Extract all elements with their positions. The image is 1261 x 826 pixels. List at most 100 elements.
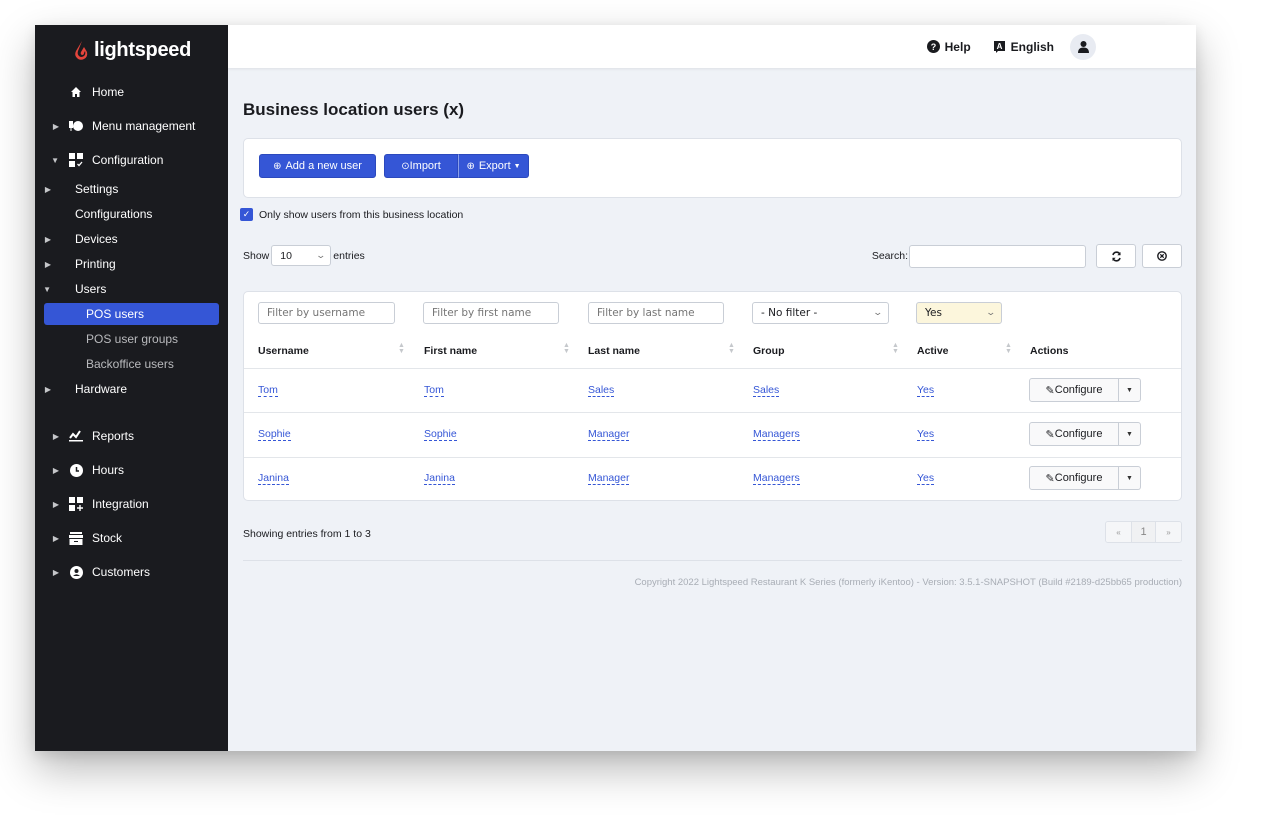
caret-right-icon: ▶: [44, 384, 51, 394]
caret-down-icon: ▼: [51, 155, 59, 165]
pagination-prev[interactable]: «: [1106, 522, 1131, 542]
menu-management-icon: [69, 119, 83, 133]
sort-icon[interactable]: ▲ ▼: [892, 342, 899, 355]
svg-text:A: A: [996, 42, 1002, 51]
sidebar-item-menu-management[interactable]: ▶ Menu management: [35, 115, 228, 137]
sidebar-item-devices[interactable]: ▶ Devices: [35, 228, 228, 250]
active-filter-select[interactable]: Yes ⌄: [916, 302, 1002, 324]
last-name-link[interactable]: Manager: [588, 472, 630, 485]
pagination-next[interactable]: »: [1156, 522, 1181, 542]
search-control: Search:: [872, 244, 1182, 268]
caret-right-icon: ▶: [52, 121, 59, 131]
language-icon: A: [993, 41, 1005, 53]
home-icon: [69, 85, 83, 99]
users-table: - No filter - ⌄ Yes ⌄ Username ▲▼ First …: [243, 291, 1182, 501]
column-header-last-name[interactable]: Last name: [588, 345, 640, 357]
footer-divider: [243, 560, 1182, 561]
caret-down-icon: ▼: [513, 162, 521, 170]
configure-dropdown-toggle[interactable]: ▼: [1119, 466, 1141, 490]
language-selector[interactable]: A English: [993, 40, 1054, 54]
first-name-link[interactable]: Sophie: [424, 428, 457, 441]
group-link[interactable]: Managers: [753, 428, 800, 441]
sidebar-item-users[interactable]: ▼ Users: [35, 278, 228, 300]
caret-down-icon: ▼: [43, 284, 51, 294]
sidebar-item-pos-user-groups[interactable]: POS user groups: [44, 328, 219, 350]
refresh-button[interactable]: [1096, 244, 1136, 268]
user-avatar[interactable]: [1070, 33, 1096, 60]
configure-dropdown-toggle[interactable]: ▼: [1119, 378, 1141, 402]
column-header-active[interactable]: Active: [917, 345, 949, 357]
sidebar-item-backoffice-users[interactable]: Backoffice users: [44, 353, 219, 375]
clear-search-button[interactable]: [1142, 244, 1182, 268]
caret-right-icon: ▶: [52, 431, 59, 441]
svg-text:?: ?: [930, 42, 936, 52]
column-header-group[interactable]: Group: [753, 345, 785, 357]
help-icon: ?: [926, 40, 940, 53]
reports-icon: [69, 429, 83, 443]
username-filter-input[interactable]: [258, 302, 395, 324]
row-divider: [244, 457, 1181, 458]
sort-icon[interactable]: ▲ ▼: [1005, 342, 1012, 355]
active-link[interactable]: Yes: [917, 428, 935, 441]
sidebar-item-home[interactable]: ▸ Home: [35, 81, 228, 103]
configure-button-group: ✎ Configure ▼: [1029, 466, 1141, 490]
configure-button[interactable]: ✎ Configure: [1029, 422, 1119, 446]
clock-icon: [69, 463, 83, 477]
caret-spacer: ▶: [35, 210, 55, 219]
caret-down-icon: ▼: [1126, 386, 1133, 394]
caret-right-icon: ▶: [44, 259, 51, 269]
sidebar-item-printing[interactable]: ▶ Printing: [35, 253, 228, 275]
page-title: Business location users (x): [243, 100, 465, 119]
first-name-link[interactable]: Tom: [424, 384, 444, 397]
search-input[interactable]: [909, 244, 1086, 268]
plus-circle-icon: ⊕: [273, 160, 282, 172]
last-name-link[interactable]: Manager: [588, 428, 630, 441]
configure-button[interactable]: ✎ Configure: [1029, 466, 1119, 490]
username-link[interactable]: Sophie: [258, 428, 291, 441]
stock-icon: [69, 531, 83, 545]
sidebar-item-customers[interactable]: ▶ Customers: [35, 561, 228, 583]
sidebar-item-integration[interactable]: ▶ Integration: [35, 493, 228, 515]
last-name-filter-input[interactable]: [588, 302, 724, 324]
help-link[interactable]: ? Help: [926, 40, 971, 54]
only-location-checkbox[interactable]: ✓: [240, 208, 253, 221]
group-filter-select[interactable]: - No filter - ⌄: [752, 302, 889, 324]
logo[interactable]: lightspeed: [35, 25, 228, 67]
sort-icon[interactable]: ▲ ▼: [398, 342, 405, 355]
group-link[interactable]: Sales: [753, 384, 780, 397]
chevron-down-icon: ⌄: [315, 250, 326, 260]
download-circle-icon: ⊕: [466, 160, 475, 172]
sidebar-item-pos-users[interactable]: POS users: [44, 303, 219, 325]
column-header-first-name[interactable]: First name: [424, 345, 477, 357]
user-icon: [1077, 40, 1089, 53]
sidebar-item-configurations[interactable]: ▶ Configurations: [35, 203, 228, 225]
sidebar-item-reports[interactable]: ▶ Reports: [35, 425, 228, 447]
group-link[interactable]: Managers: [753, 472, 800, 485]
configure-dropdown-toggle[interactable]: ▼: [1119, 422, 1141, 446]
configure-button[interactable]: ✎ Configure: [1029, 378, 1119, 402]
sort-icon[interactable]: ▲ ▼: [728, 342, 735, 355]
add-user-button[interactable]: ⊕ Add a new user: [259, 154, 376, 178]
column-header-username[interactable]: Username: [258, 345, 309, 357]
first-name-link[interactable]: Janina: [424, 472, 455, 485]
active-link[interactable]: Yes: [917, 384, 935, 397]
sidebar-item-hardware[interactable]: ▶ Hardware: [35, 378, 228, 400]
first-name-filter-input[interactable]: [423, 302, 559, 324]
sort-icon[interactable]: ▲ ▼: [563, 342, 570, 355]
sidebar-item-stock[interactable]: ▶ Stock: [35, 527, 228, 549]
sidebar-item-hours[interactable]: ▶ Hours: [35, 459, 228, 481]
page-size-select[interactable]: 10 ⌄: [271, 245, 332, 266]
page-size-control: Show 10 ⌄ entries: [243, 245, 365, 266]
column-header-actions: Actions: [1030, 345, 1069, 357]
row-divider: [244, 368, 1181, 369]
username-link[interactable]: Janina: [258, 472, 289, 485]
pagination-page[interactable]: 1: [1131, 522, 1156, 542]
import-button[interactable]: ⊙ Import: [384, 154, 458, 178]
sidebar-item-settings[interactable]: ▶ Settings: [35, 178, 228, 200]
active-link[interactable]: Yes: [917, 472, 935, 485]
username-link[interactable]: Tom: [258, 384, 278, 397]
sidebar-item-configuration[interactable]: ▼ Configuration: [35, 149, 228, 171]
export-button[interactable]: ⊕ Export ▼: [458, 154, 529, 178]
last-name-link[interactable]: Sales: [588, 384, 615, 397]
caret-right-icon: ▶: [52, 533, 59, 543]
